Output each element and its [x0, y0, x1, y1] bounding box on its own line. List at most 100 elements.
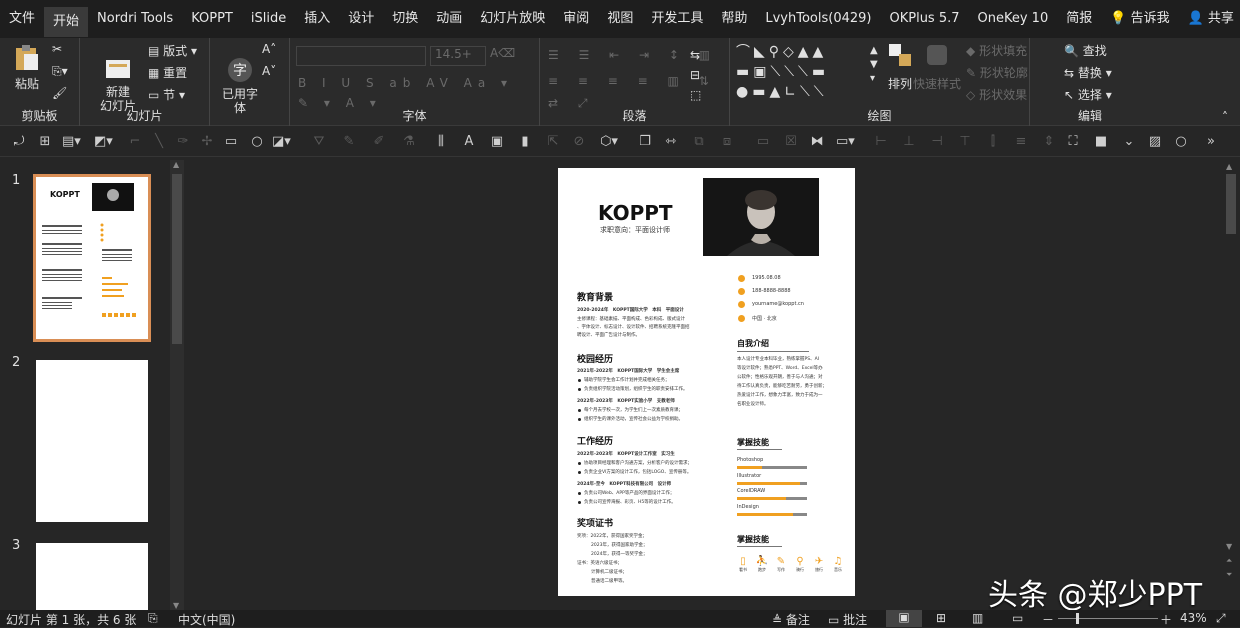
bucket-icon[interactable]: ⛛: [310, 133, 328, 151]
mark-icon[interactable]: ⌄: [1120, 133, 1138, 151]
chart-icon[interactable]: ▮: [516, 133, 534, 151]
tab-view[interactable]: 视图: [598, 0, 642, 38]
section-button[interactable]: ▭ 节 ▾: [148, 86, 185, 103]
smartart-icon[interactable]: ⬚: [690, 88, 701, 102]
tab-onekey[interactable]: OneKey 10: [969, 0, 1058, 38]
zoom-slider-thumb[interactable]: [1076, 613, 1079, 624]
used-font-button[interactable]: 字 已用字 体: [218, 42, 262, 129]
comments-button[interactable]: ▭ 批注: [828, 611, 867, 628]
tab-help[interactable]: 帮助: [712, 0, 756, 38]
textbox-icon[interactable]: ▤▾: [62, 133, 81, 151]
reading-view-icon[interactable]: ▥: [972, 611, 983, 625]
thumbnail-scrollbar[interactable]: ▲ ▼: [170, 160, 184, 610]
fit-slide-icon[interactable]: ⤢: [1216, 611, 1226, 626]
cut-icon[interactable]: ✂: [52, 42, 62, 56]
tab-okplus[interactable]: OKPlus 5.7: [880, 0, 968, 38]
export-icon[interactable]: ⇱: [544, 133, 562, 151]
image-icon[interactable]: ▣: [488, 133, 506, 151]
tab-lvyhtools[interactable]: LvyhTools(0429): [756, 0, 880, 38]
slide-thumbnail-1[interactable]: KOPPT: [33, 174, 151, 342]
distribute-icon[interactable]: ⫿: [984, 133, 1002, 151]
increase-font-icon[interactable]: A˄: [262, 42, 276, 56]
tab-home[interactable]: 开始: [44, 7, 89, 37]
paint-icon[interactable]: ✢: [198, 133, 216, 151]
share-button[interactable]: 👤 共享: [1179, 0, 1240, 38]
fit-icon[interactable]: ⛶: [1064, 133, 1082, 151]
color-fill-icon[interactable]: ◪▾: [272, 133, 291, 151]
size-icon[interactable]: ⇕: [1040, 133, 1058, 151]
tab-design[interactable]: 设计: [339, 0, 383, 38]
tab-insert[interactable]: 插入: [295, 0, 339, 38]
distribute-v-icon[interactable]: ≡: [1012, 133, 1030, 151]
shapes-icon[interactable]: ⬡▾: [600, 133, 618, 151]
group-icon[interactable]: ⧉: [690, 133, 708, 151]
rotate-icon[interactable]: ⤾: [10, 133, 28, 151]
align-right-icon[interactable]: ⊣: [928, 133, 946, 151]
reset-button[interactable]: ▦ 重置: [148, 64, 187, 81]
dropper-icon[interactable]: ⚗: [400, 133, 418, 151]
line-icon[interactable]: ╲: [150, 133, 168, 151]
slide-sorter-icon[interactable]: ⊞: [936, 611, 946, 625]
rectangle-icon[interactable]: ▭: [222, 133, 240, 151]
window-icon[interactable]: ▭▾: [836, 133, 855, 151]
eyedropper-icon[interactable]: ✑: [174, 133, 192, 151]
shape-outline-button[interactable]: ✎ 形状轮廓: [966, 64, 1028, 81]
zoom-out-button[interactable]: －: [1042, 611, 1054, 628]
thumbnail-scroll-thumb[interactable]: [172, 174, 182, 344]
text-direction-icon[interactable]: ⇆: [690, 48, 700, 62]
align-top-icon[interactable]: ⊤: [956, 133, 974, 151]
copy-style-icon[interactable]: ❐: [636, 133, 654, 151]
editor-scroll-up-icon[interactable]: ▲: [1226, 162, 1232, 171]
editor-scrollbar[interactable]: ▲ ▼ ⏶ ⏷: [1222, 158, 1240, 610]
slideshow-icon[interactable]: ▭: [1012, 611, 1023, 625]
find-button[interactable]: 🔍 查找: [1064, 42, 1107, 59]
picture-icon[interactable]: ▨: [1146, 133, 1164, 151]
layout-button[interactable]: ▤ 版式 ▾: [148, 42, 197, 59]
scroll-up-icon[interactable]: ▲: [173, 160, 179, 169]
pen-icon[interactable]: ✎: [340, 133, 358, 151]
clear-format-icon[interactable]: A⌫: [490, 46, 515, 60]
scroll-down-icon[interactable]: ▼: [173, 601, 179, 610]
tab-file[interactable]: 文件: [0, 0, 44, 38]
prev-slide-icon[interactable]: ⏶: [1226, 556, 1232, 566]
align-left-icon[interactable]: ⊢: [872, 133, 890, 151]
slide-thumbnail-2[interactable]: [36, 360, 148, 522]
format-painter-icon[interactable]: 🖌: [52, 86, 67, 100]
tab-islide[interactable]: iSlide: [242, 0, 295, 38]
paste-button[interactable]: 粘贴: [10, 42, 44, 92]
font-style-icons[interactable]: B I U S ab AV Aa ▾: [298, 76, 513, 90]
tab-transitions[interactable]: 切换: [383, 0, 427, 38]
oval-icon[interactable]: ○: [1172, 133, 1190, 151]
tell-me-button[interactable]: 💡 告诉我: [1101, 0, 1178, 38]
slide-thumbnail-3[interactable]: [36, 543, 148, 610]
disable-icon[interactable]: ⊘: [570, 133, 588, 151]
quick-styles-button[interactable]: 快速样式: [912, 42, 962, 92]
font-name-field[interactable]: [296, 46, 426, 66]
next-slide-icon[interactable]: ⏷: [1226, 570, 1232, 580]
tab-koppt[interactable]: KOPPT: [182, 0, 242, 38]
select-button[interactable]: ↖ 选择 ▾: [1064, 86, 1112, 103]
current-slide[interactable]: KOPPT 求职意向：平面设计师 1995.08.08 188-8888-888…: [558, 168, 855, 596]
circle-icon[interactable]: ○: [248, 133, 266, 151]
brush-icon[interactable]: ✐: [370, 133, 388, 151]
tab-nordri-tools[interactable]: Nordri Tools: [88, 0, 182, 38]
tab-developer[interactable]: 开发工具: [642, 0, 712, 38]
align-center-icon[interactable]: ⊥: [900, 133, 918, 151]
align-text-icon[interactable]: ⊟: [690, 68, 700, 82]
zoom-in-button[interactable]: ＋: [1160, 611, 1172, 628]
font-a-icon[interactable]: A: [460, 133, 478, 151]
more-icon[interactable]: »: [1202, 133, 1220, 151]
shape-effect-button[interactable]: ◇ 形状效果: [966, 86, 1027, 103]
white-rect-icon[interactable]: ■: [1092, 133, 1110, 151]
normal-view-button[interactable]: ▣: [886, 610, 922, 627]
frame-icon[interactable]: ▭: [754, 133, 772, 151]
language-indicator[interactable]: 中文(中国): [178, 611, 235, 628]
picture-fill-icon[interactable]: ◩▾: [94, 133, 113, 151]
crop-icon[interactable]: ⊞: [36, 133, 54, 151]
tab-slideshow[interactable]: 幻灯片放映: [471, 0, 554, 38]
flip-icon[interactable]: ⇿: [662, 133, 680, 151]
tab-review[interactable]: 审阅: [554, 0, 598, 38]
table-icon[interactable]: ⫼: [432, 133, 450, 151]
spellcheck-icon[interactable]: ⎘: [148, 611, 158, 626]
copy-icon[interactable]: ⎘▾: [52, 64, 68, 79]
